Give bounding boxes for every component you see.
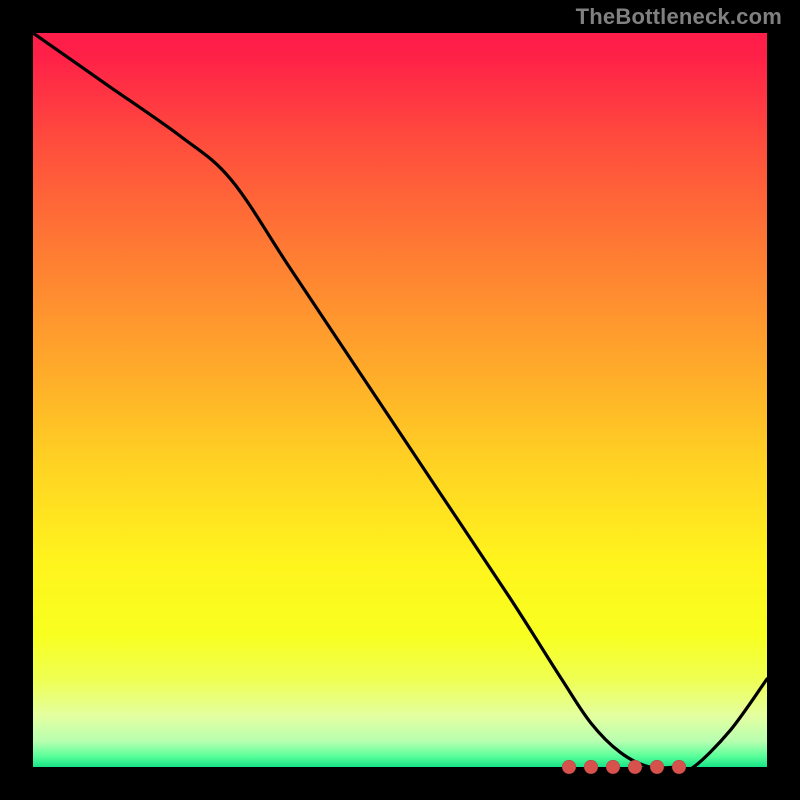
optimal-marker [584, 760, 598, 774]
optimal-marker [606, 760, 620, 774]
optimal-marker [562, 760, 576, 774]
optimal-marker [628, 760, 642, 774]
line-curve [33, 33, 767, 767]
watermark-text: TheBottleneck.com [576, 4, 782, 30]
chart-stage: TheBottleneck.com [0, 0, 800, 800]
plot-area [33, 33, 767, 767]
optimal-marker [672, 760, 686, 774]
optimal-marker [650, 760, 664, 774]
